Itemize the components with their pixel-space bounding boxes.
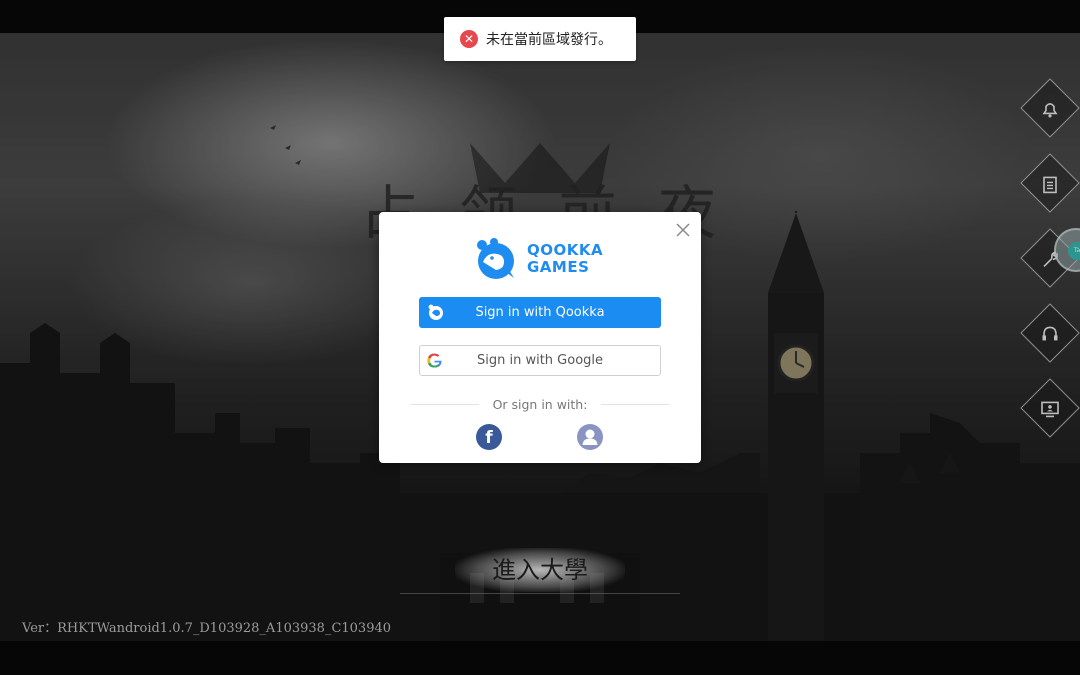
brand-line-2: GAMES [527, 258, 590, 276]
or-sign-in-label: Or sign in with: [492, 396, 588, 412]
sign-in-google-label: Sign in with Google [476, 353, 604, 368]
or-divider: Or sign in with: [411, 396, 669, 412]
sign-in-google-button[interactable]: Sign in with Google [419, 345, 661, 376]
error-x-icon: ✕ [460, 30, 478, 48]
brand-line-1: QOOKKA [527, 241, 604, 259]
qookka-games-logo: QOOKKA GAMES [473, 235, 613, 283]
brand-wordmark: QOOKKA GAMES [527, 242, 603, 276]
divider-line [411, 403, 479, 405]
error-toast: ✕ 未在當前區域發行。 [444, 17, 636, 61]
google-icon [427, 353, 442, 368]
qookka-bear-logo-icon [477, 238, 514, 279]
facebook-login-button[interactable]: f [476, 424, 502, 450]
sign-in-qookka-label: Sign in with Qookka [475, 305, 605, 320]
sign-in-qookka-button[interactable]: Sign in with Qookka [419, 297, 661, 328]
toast-message: 未在當前區域發行。 [486, 32, 612, 48]
close-button[interactable] [675, 222, 691, 238]
guest-login-button[interactable] [577, 424, 603, 450]
close-icon [676, 223, 690, 237]
guest-user-icon [582, 429, 598, 445]
facebook-icon: f [485, 428, 493, 448]
qookka-icon [428, 304, 443, 320]
login-dialog: QOOKKA GAMES Sign in with Qookka Sign in… [379, 212, 701, 463]
divider-line [601, 403, 669, 405]
